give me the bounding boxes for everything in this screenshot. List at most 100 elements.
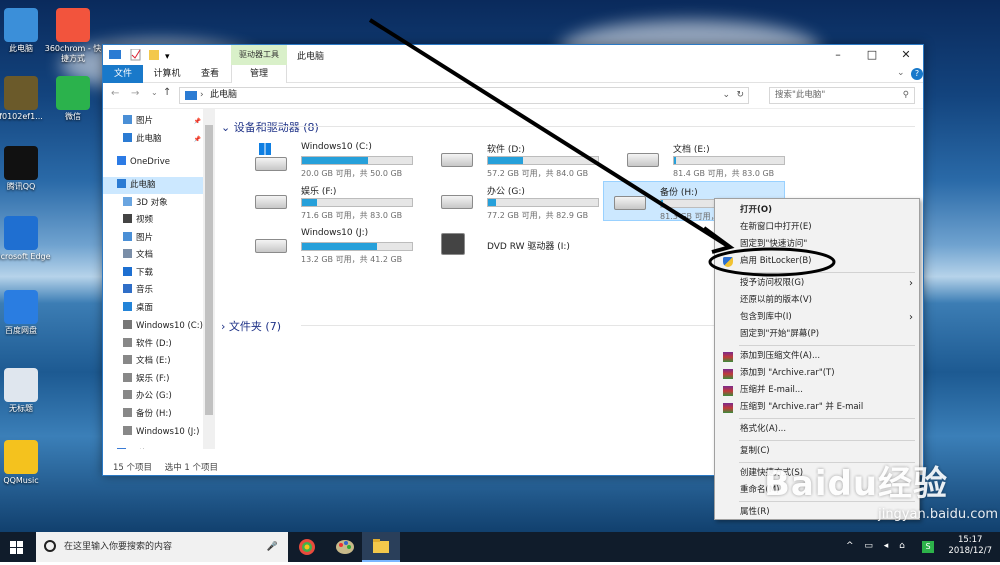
drive-name: Windows10 (C:) <box>301 142 372 152</box>
nav-item[interactable]: Windows10 (J:) <box>103 424 203 441</box>
microphone-icon[interactable]: 🎤 <box>267 532 278 562</box>
nav-item[interactable]: 办公 (G:) <box>103 388 203 405</box>
desktop-icon[interactable]: 360chrom - 快捷方式 <box>42 8 104 64</box>
drive-item[interactable]: Windows10 (J:) 13.2 GB 可用，共 41.2 GB <box>245 225 425 269</box>
drive-icon <box>123 355 132 364</box>
nav-item[interactable]: 下载 <box>103 265 203 282</box>
search-placeholder: 搜索"此电脑" <box>775 90 826 100</box>
menu-item[interactable]: 格式化(A)... <box>715 421 919 438</box>
menu-item[interactable]: 压缩并 E-mail... <box>715 382 919 399</box>
back-icon[interactable]: ← <box>111 88 119 99</box>
tab-manage[interactable]: 管理 <box>231 65 287 83</box>
menu-item[interactable]: 添加到压缩文件(A)... <box>715 348 919 365</box>
nav-item[interactable]: 软件 (D:) <box>103 336 203 353</box>
up-icon[interactable]: ↑ <box>163 87 171 98</box>
drive-item[interactable]: 软件 (D:) 57.2 GB 可用，共 84.0 GB <box>431 139 611 183</box>
desktop-icon-label: 腾讯QQ <box>6 182 36 191</box>
quick-access-toolbar[interactable]: ▾ <box>109 49 189 61</box>
download-icon <box>123 267 132 276</box>
watermark-url: jingyan.baidu.com <box>878 507 999 522</box>
menu-item[interactable]: 授予访问权限(G) › <box>715 275 919 292</box>
tray-app-icon[interactable]: S <box>922 541 934 553</box>
drive-icon <box>123 408 132 417</box>
nav-item[interactable]: 音乐 <box>103 282 203 299</box>
tab-file[interactable]: 文件 <box>103 65 143 83</box>
address-input[interactable]: › 此电脑 ⌄ ↻ <box>179 87 749 104</box>
nav-item[interactable]: 网络 <box>103 446 203 449</box>
drive-icon <box>255 239 287 253</box>
nav-item[interactable]: OneDrive <box>103 154 203 171</box>
menu-item[interactable]: 还原以前的版本(V) <box>715 292 919 309</box>
taskbar-clock[interactable]: 15:17 2018/12/7 <box>948 535 992 557</box>
tab-view[interactable]: 查看 <box>191 65 229 83</box>
minimize-button[interactable]: – <box>821 45 855 65</box>
ribbon-expand-icon[interactable]: ⌄ <box>897 68 905 78</box>
menu-item[interactable]: 包含到库中(I) › <box>715 309 919 326</box>
windows-start-icon[interactable] <box>10 541 23 554</box>
menu-item[interactable]: 打开(O) <box>715 202 919 219</box>
title-bar: ▾ 驱动器工具 此电脑 – □ ✕ <box>103 45 923 65</box>
nav-item[interactable]: 文档 <box>103 247 203 264</box>
nav-item[interactable]: 视频 <box>103 212 203 229</box>
windows-drive-icon <box>123 320 132 329</box>
drive-item[interactable]: Windows10 (C:) 20.0 GB 可用，共 50.0 GB <box>245 139 425 183</box>
nav-item-label: 此电脑 <box>136 134 162 144</box>
tab-computer[interactable]: 计算机 <box>147 65 187 83</box>
nav-item[interactable]: 桌面 <box>103 300 203 317</box>
submenu-arrow-icon: › <box>909 278 913 289</box>
section-folders[interactable]: › 文件夹 (7) <box>221 318 281 334</box>
menu-item-label: 格式化(A)... <box>740 424 787 434</box>
menu-item[interactable]: 压缩到 "Archive.rar" 并 E-mail <box>715 399 919 416</box>
search-icon[interactable]: ⚲ <box>903 88 909 103</box>
pin-icon[interactable]: 📌 <box>194 113 201 130</box>
nav-item[interactable]: 图片 📌 <box>103 113 203 130</box>
nav-item[interactable]: 图片 <box>103 230 203 247</box>
drive-name: Windows10 (J:) <box>301 228 369 238</box>
address-dropdown-icon[interactable]: ⌄ <box>722 88 730 103</box>
close-button[interactable]: ✕ <box>889 45 923 65</box>
nav-item[interactable]: Windows10 (C:) <box>103 318 203 335</box>
nav-item[interactable]: 3D 对象 <box>103 195 203 212</box>
pin-icon[interactable]: 📌 <box>194 131 201 148</box>
desktop-icon[interactable]: 微信 <box>42 76 104 122</box>
menu-item[interactable]: 添加到 "Archive.rar"(T) <box>715 365 919 382</box>
menu-item[interactable]: 固定到"快速访问" <box>715 236 919 253</box>
taskbar-file-explorer[interactable] <box>362 532 400 562</box>
nav-item[interactable]: 此电脑 📌 <box>103 131 203 148</box>
menu-item-label: 包含到库中(I) <box>740 312 792 322</box>
drive-item[interactable]: DVD RW 驱动器 (I:) <box>431 225 611 269</box>
desktop-icon[interactable]: Microsoft Edge <box>0 216 52 262</box>
menu-item[interactable]: 启用 BitLocker(B) <box>715 253 919 270</box>
maximize-button[interactable]: □ <box>855 45 889 65</box>
system-tray-icons[interactable]: ^ ▭ ◂ ⌂ <box>846 541 909 551</box>
recent-locations-icon[interactable]: ⌄ <box>151 88 158 97</box>
desktop-icon <box>123 302 132 311</box>
nav-scrollbar[interactable] <box>203 109 215 449</box>
desktop-icon[interactable]: 百度网盘 <box>0 290 52 336</box>
taskbar-search-box[interactable]: 在这里输入你要搜索的内容 🎤 <box>36 532 288 562</box>
forward-icon[interactable]: → <box>131 88 139 99</box>
nav-item-label: 备份 (H:) <box>136 409 172 419</box>
nav-item[interactable]: 此电脑 <box>103 177 203 194</box>
menu-item[interactable]: 在新窗口中打开(E) <box>715 219 919 236</box>
drive-item[interactable]: 办公 (G:) 77.2 GB 可用，共 82.9 GB <box>431 181 611 225</box>
desktop-icon[interactable]: QQMusic <box>0 440 52 486</box>
menu-item-label: 打开(O) <box>740 205 772 215</box>
drive-item[interactable]: 娱乐 (F:) 71.6 GB 可用，共 83.0 GB <box>245 181 425 225</box>
section-devices[interactable]: ⌄ 设备和驱动器 (8) <box>221 119 319 135</box>
onedrive-icon <box>117 156 126 165</box>
nav-item-label: 图片 <box>136 233 154 243</box>
nav-scrollbar-thumb[interactable] <box>205 125 213 415</box>
nav-item[interactable]: 文档 (E:) <box>103 353 203 370</box>
taskbar-paint-app[interactable] <box>326 532 364 562</box>
refresh-icon[interactable]: ↻ <box>736 88 744 103</box>
drive-item[interactable]: 文档 (E:) 81.4 GB 可用，共 83.0 GB <box>617 139 797 183</box>
search-input[interactable]: 搜索"此电脑" ⚲ <box>769 87 915 104</box>
nav-item[interactable]: 备份 (H:) <box>103 406 203 423</box>
taskbar-360-browser[interactable] <box>288 532 326 562</box>
help-icon[interactable]: ? <box>911 68 923 80</box>
menu-item[interactable]: 固定到"开始"屏幕(P) <box>715 326 919 343</box>
nav-item[interactable]: 娱乐 (F:) <box>103 371 203 388</box>
desktop-icon[interactable]: 腾讯QQ <box>0 146 52 192</box>
desktop-icon[interactable]: 无标题 <box>0 368 52 414</box>
